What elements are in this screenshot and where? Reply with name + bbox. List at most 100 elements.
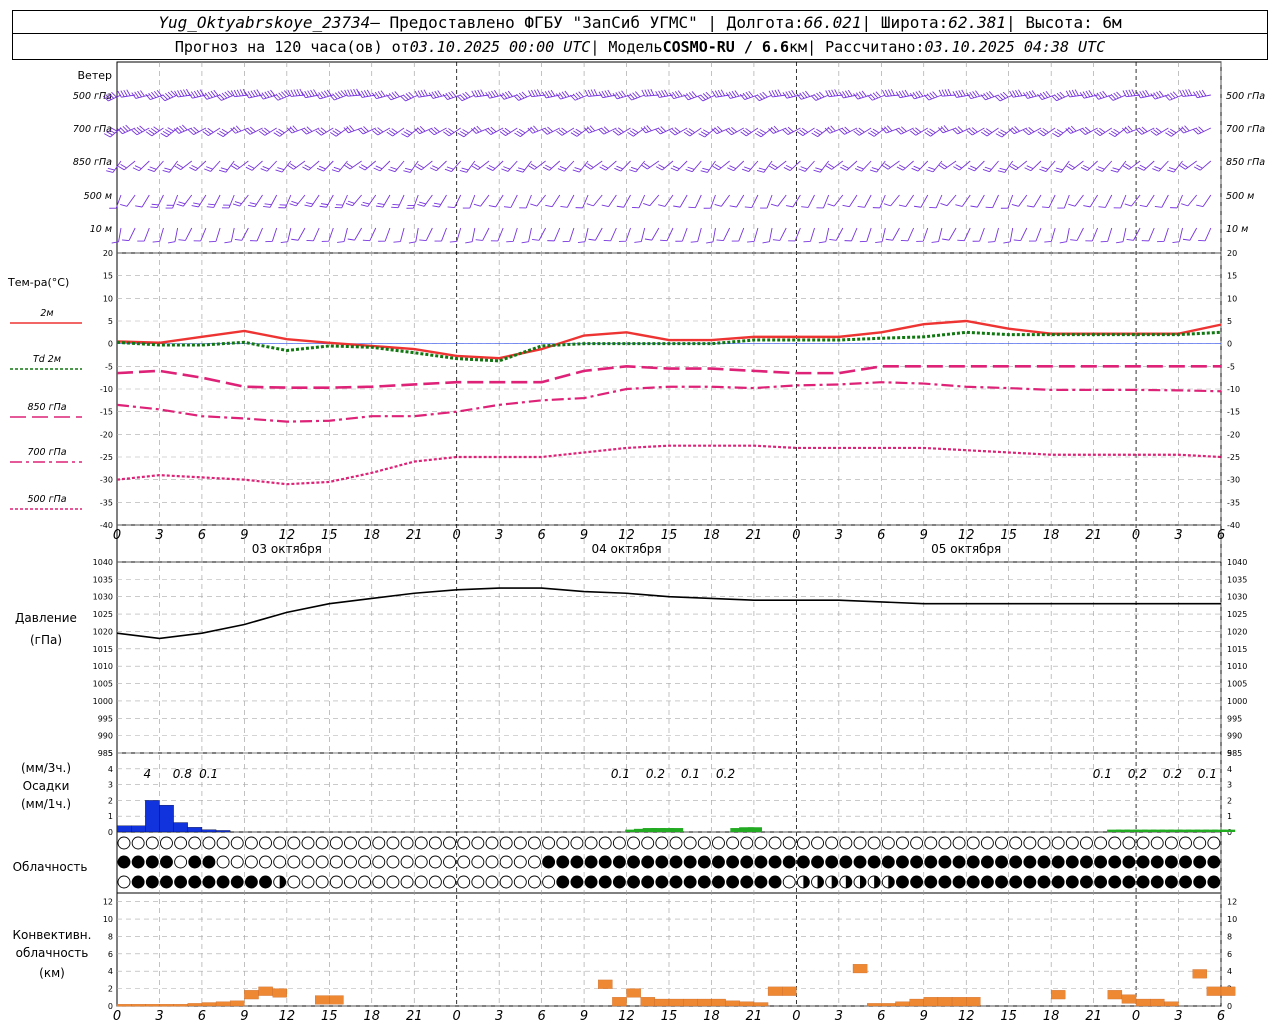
y-tick-label: 0 xyxy=(108,828,113,837)
wind-barb-stroke xyxy=(697,91,716,102)
wind-barb xyxy=(729,194,745,208)
cloud-circle xyxy=(471,875,485,889)
wind-barb-stroke xyxy=(289,194,306,207)
cloud-circle xyxy=(641,836,655,850)
wind-barb-stroke xyxy=(258,127,277,136)
cloud-circle xyxy=(1193,875,1207,889)
cloud-circle xyxy=(655,855,669,869)
conv-bar xyxy=(315,995,330,1005)
x-tick-label-bottom: 9 xyxy=(240,1009,248,1024)
cloud-circle xyxy=(1037,855,1051,869)
x-tick-label: 3 xyxy=(495,528,503,543)
wind-barb-stroke xyxy=(923,91,943,101)
y-tick-label-right: 1035 xyxy=(1227,575,1247,584)
wind-barb-stroke xyxy=(629,160,646,173)
wind-barb xyxy=(289,194,306,207)
y-tick-label: 12 xyxy=(103,898,113,907)
wind-barb xyxy=(703,194,716,209)
precip-bar xyxy=(116,825,132,833)
wind-barb xyxy=(626,91,645,101)
cloud-circle xyxy=(528,836,541,850)
wind-barb-stroke xyxy=(967,160,985,172)
wind-barb xyxy=(586,194,603,207)
y-tick-label: 8 xyxy=(108,932,113,941)
wind-barb xyxy=(631,194,646,209)
cloud-circle xyxy=(556,836,570,850)
cloud-circle xyxy=(216,875,230,889)
cloud-circle xyxy=(726,875,740,889)
wind-barb xyxy=(1039,160,1056,172)
cloud-half xyxy=(860,876,866,888)
cloud-circle xyxy=(259,836,272,850)
wind-barb-stroke xyxy=(304,194,320,208)
wind-barb xyxy=(117,160,136,171)
wind-barb xyxy=(414,125,433,135)
cloud-circle xyxy=(131,855,145,869)
wind-barb-stroke xyxy=(970,194,985,208)
cloud-circle xyxy=(627,875,640,889)
cloud-circle xyxy=(1207,855,1221,869)
wind-barb-stroke xyxy=(306,227,320,242)
wind-barb xyxy=(788,227,801,242)
wind-barb xyxy=(542,160,561,171)
wind-barb xyxy=(818,227,830,244)
wind-barb xyxy=(360,194,377,207)
cloud-circle xyxy=(315,875,329,889)
conv-bar xyxy=(725,1000,740,1007)
wind-barb-stroke xyxy=(616,194,631,208)
wind-barb-stroke xyxy=(532,227,547,241)
wind-barb xyxy=(490,227,504,242)
wind-barb-stroke xyxy=(913,194,929,208)
wind-barb-stroke xyxy=(1164,91,1183,101)
cloud-circle xyxy=(1065,836,1079,850)
x-tick-label-bottom: 9 xyxy=(580,1009,588,1024)
cloud-circle xyxy=(612,875,626,889)
cloud-circle xyxy=(1051,855,1065,869)
y-tick-label: 2 xyxy=(108,796,113,805)
wind-barb-stroke xyxy=(601,194,617,208)
cloud-circle xyxy=(443,875,456,889)
conv-bar xyxy=(116,1004,132,1007)
cloud-circle xyxy=(782,875,796,889)
cloud-circle xyxy=(1094,836,1108,850)
wind-barb xyxy=(909,127,929,136)
wind-barb-stroke xyxy=(1126,227,1141,241)
precip-bar xyxy=(131,825,146,833)
wind-barb xyxy=(547,227,561,242)
wind-barb-stroke xyxy=(1150,127,1169,136)
cloud-circle xyxy=(910,875,924,889)
conv-bar xyxy=(951,997,967,1007)
wind-barb-stroke xyxy=(655,160,674,171)
conv-bar xyxy=(697,998,712,1007)
wind-barb xyxy=(152,227,164,243)
conv-bar xyxy=(1192,969,1207,979)
x-tick-label: 0 xyxy=(792,528,800,543)
wind-barb-stroke xyxy=(675,227,688,242)
wind-barb xyxy=(985,194,999,209)
wind-barb xyxy=(768,160,787,171)
wind-barb-stroke xyxy=(824,125,844,134)
wind-barb xyxy=(150,194,164,209)
cloud-circle xyxy=(570,875,584,889)
wind-barb-stroke xyxy=(957,227,971,242)
cloud-circle xyxy=(457,875,471,889)
wind-barb-stroke xyxy=(315,89,334,100)
x-tick-label: 18 xyxy=(363,528,380,543)
wind-barb xyxy=(654,126,674,135)
wind-barb xyxy=(371,90,391,100)
cloud-circle xyxy=(1150,875,1164,889)
cloud-circle xyxy=(768,875,782,889)
wind-barb-stroke xyxy=(1003,227,1014,244)
wind-barb xyxy=(247,194,263,208)
wind-barb xyxy=(913,194,929,208)
conv-bar xyxy=(654,998,670,1007)
wind-barb-stroke xyxy=(371,90,391,100)
cloud-circle xyxy=(825,836,839,850)
wind-barb-stroke xyxy=(1059,227,1070,244)
y-tick-label-right: 6 xyxy=(1227,950,1232,959)
wind-barb-stroke xyxy=(499,127,518,137)
wind-barb-stroke xyxy=(1139,194,1155,208)
wind-barb xyxy=(117,124,136,135)
cloud-circle xyxy=(881,855,895,869)
precip-amount-label: 0.1 xyxy=(199,767,218,781)
